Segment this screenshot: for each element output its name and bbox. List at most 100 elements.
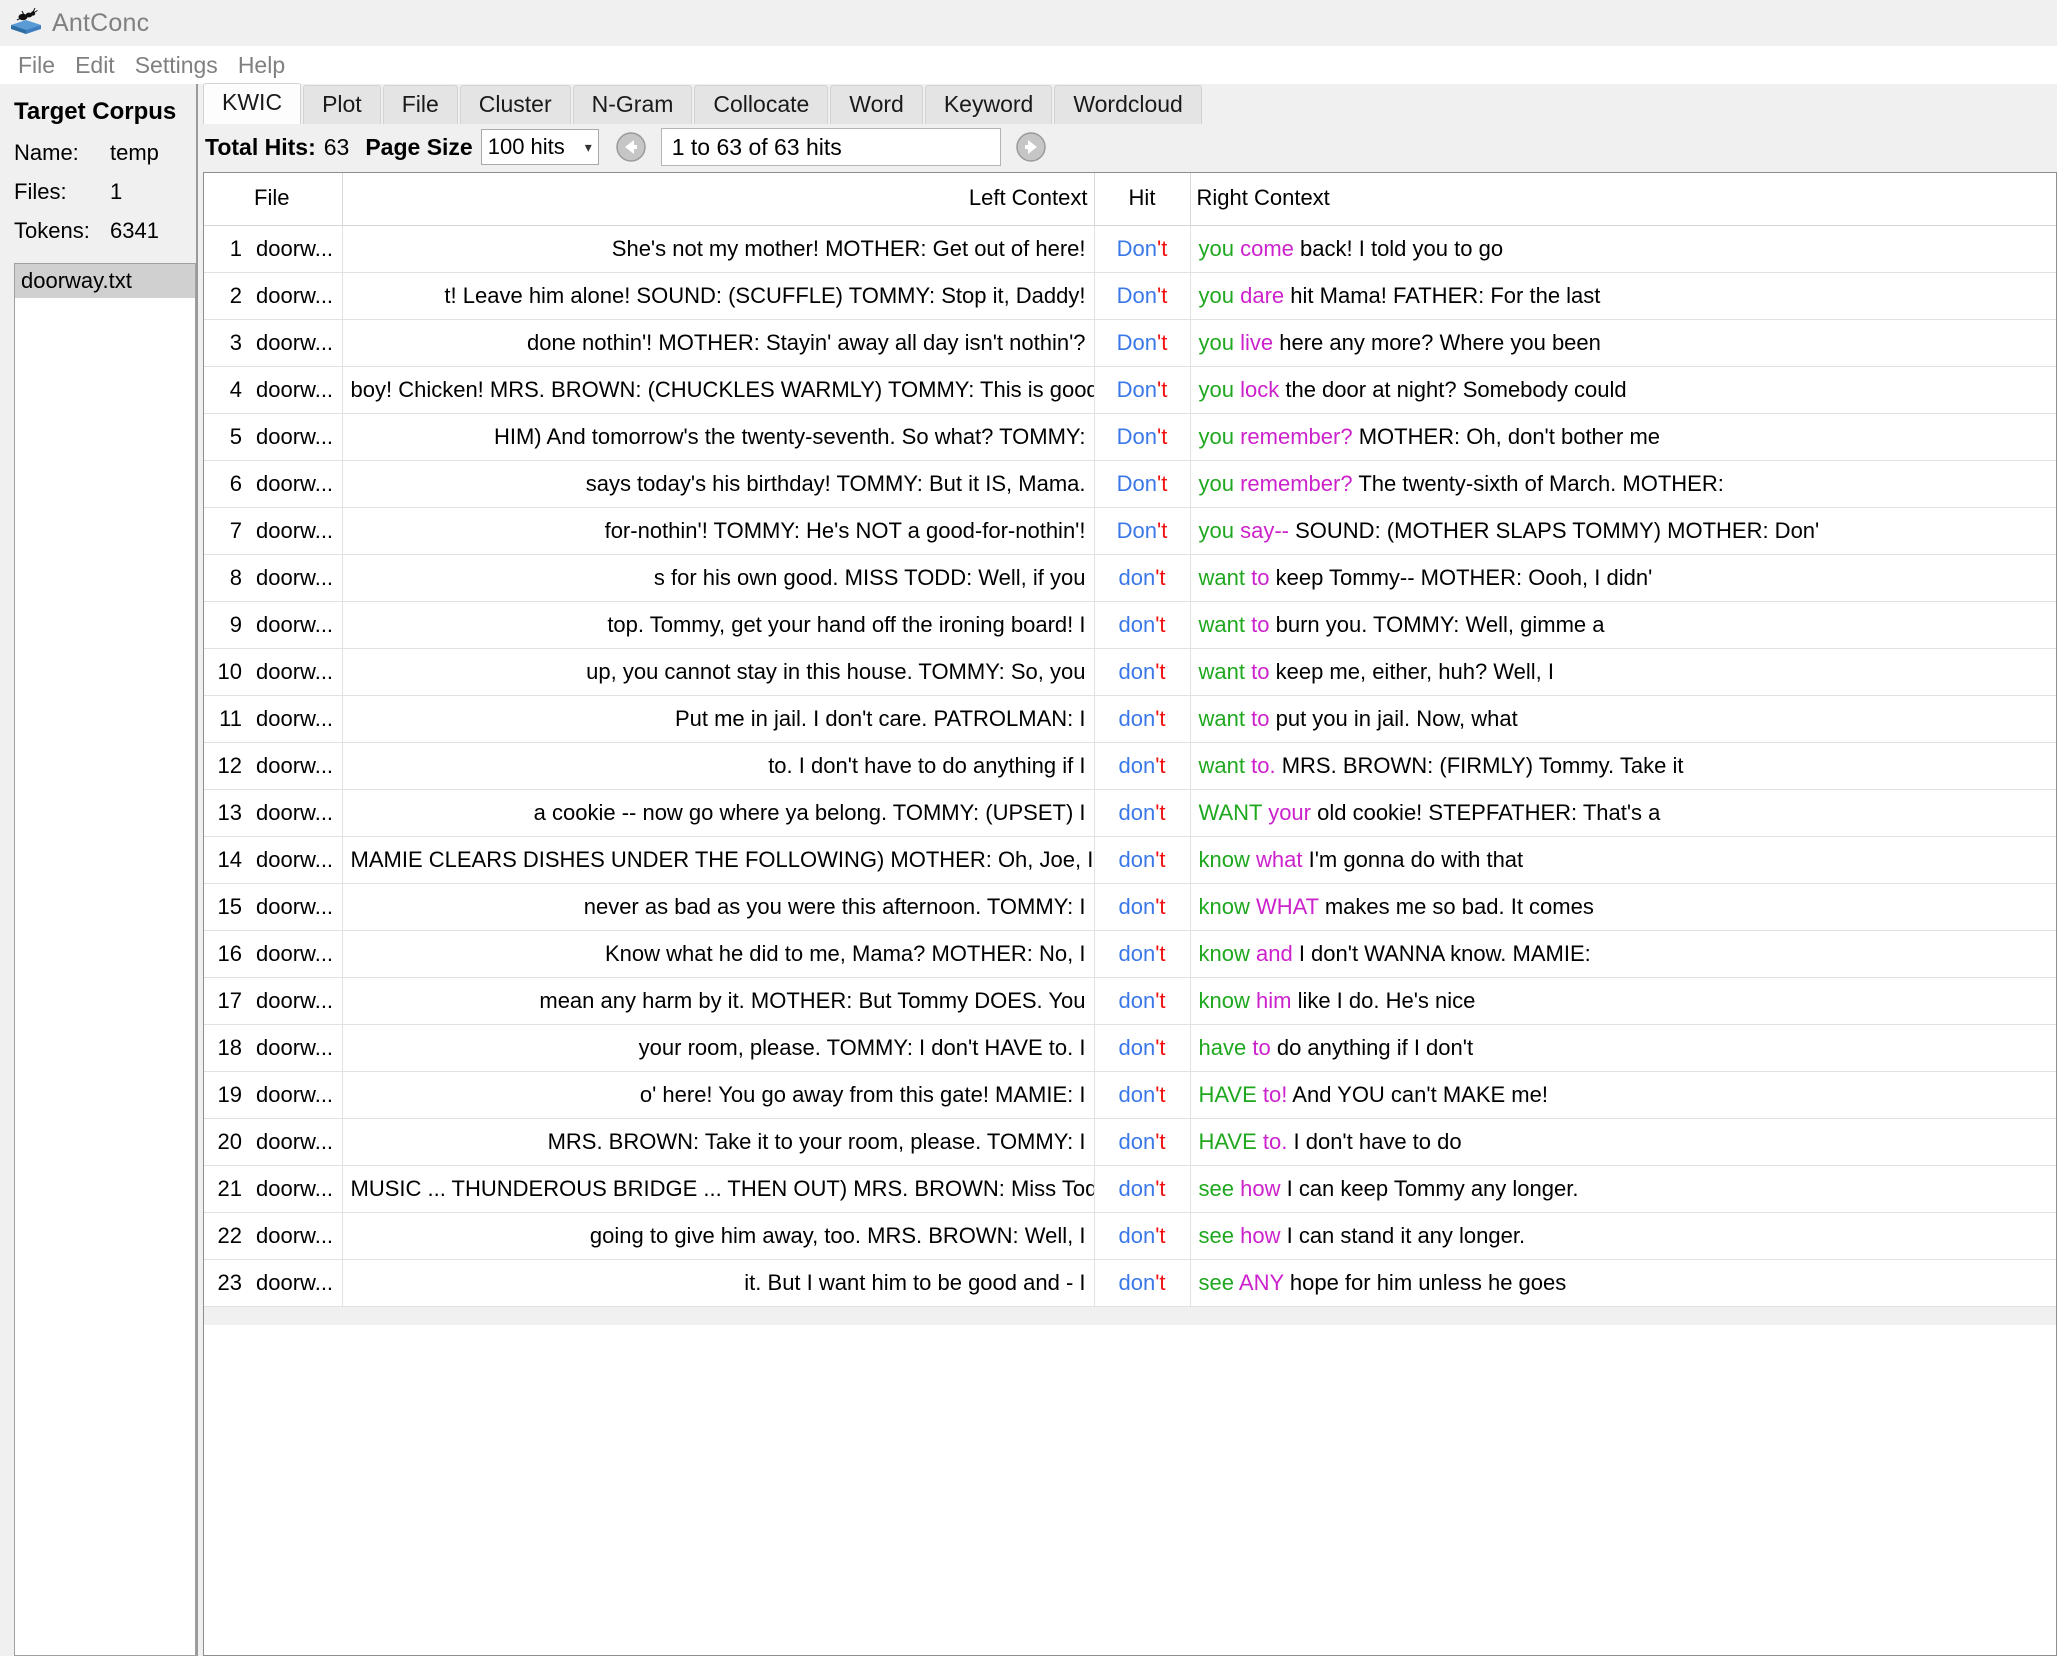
page-size-select[interactable]: 100 hits ▾ (480, 129, 599, 165)
table-row[interactable]: 8 doorw... s for his own good. MISS TODD: … (204, 554, 2056, 602)
table-row[interactable]: 18 doorw... your room, please. TOMMY: I do… (204, 1024, 2056, 1072)
table-row[interactable]: 7 doorw... for-nothin'! TOMMY: He's NOT a … (204, 507, 2056, 555)
next-page-button[interactable] (1010, 128, 1051, 166)
row-file: doorw... (248, 366, 343, 414)
column-header-left-context[interactable]: Left Context (342, 173, 1095, 226)
corpus-file-list[interactable]: doorway.txt (14, 263, 196, 1656)
menu-file[interactable]: File (8, 50, 65, 81)
row-hit: don't (1094, 1212, 1191, 1260)
right-context-word-2: live (1240, 330, 1274, 355)
table-row[interactable]: 12 doorw... to. I don't have to do anythin… (204, 742, 2056, 790)
column-header-right-context[interactable]: Right Context (1190, 173, 2056, 226)
row-file: doorw... (248, 930, 343, 978)
table-row[interactable]: 14 doorw... MAMIE CLEARS DISHES UNDER THE … (204, 836, 2056, 884)
right-context-word-1: want (1198, 565, 1245, 590)
row-left-context: up, you cannot stay in this house. TOMMY… (342, 648, 1095, 696)
right-context-word-2: how (1240, 1223, 1281, 1248)
right-context-word-2: to (1251, 706, 1270, 731)
corpus-files-row: Files: 1 (14, 179, 196, 205)
right-context-remainder: I'm gonna do with that (1308, 847, 1524, 872)
hit-suffix: 't (1155, 800, 1166, 825)
right-context-word-1: see (1198, 1176, 1234, 1201)
hit-suffix: 't (1155, 894, 1166, 919)
row-hit: Don't (1094, 507, 1191, 555)
hit-word: don (1118, 565, 1156, 590)
tab-collocate[interactable]: Collocate (694, 84, 829, 124)
tab-plot[interactable]: Plot (303, 84, 381, 124)
menu-settings[interactable]: Settings (125, 50, 228, 81)
table-row[interactable]: 4 doorw... boy! Chicken! MRS. BROWN: (CHUC… (204, 366, 2056, 414)
row-hit: don't (1094, 1024, 1191, 1072)
table-row[interactable]: 6 doorw... says today's his birthday! TOMM… (204, 460, 2056, 508)
table-row[interactable]: 20 doorw... MRS. BROWN: Take it to your ro… (204, 1118, 2056, 1166)
table-row[interactable]: 9 doorw... top. Tommy, get your hand off t… (204, 601, 2056, 649)
hit-suffix: 't (1155, 706, 1166, 731)
table-row[interactable]: 13 doorw... a cookie -- now go where ya be… (204, 789, 2056, 837)
menu-help[interactable]: Help (228, 50, 295, 81)
table-row[interactable]: 23 doorw... it. But I want him to be good … (204, 1259, 2056, 1307)
page-size-label: Page Size (365, 133, 473, 160)
column-header-file[interactable]: File (248, 173, 343, 226)
table-row[interactable]: 1 doorw... She's not my mother! MOTHER: Ge… (204, 225, 2056, 273)
hit-range-field[interactable]: 1 to 63 of 63 hits (660, 128, 1001, 166)
right-context-remainder: MOTHER: Oh, don't bother me (1358, 424, 1661, 449)
table-row[interactable]: 11 doorw... Put me in jail. I don't care. … (204, 695, 2056, 743)
hit-word: don (1118, 847, 1156, 872)
right-context-word-1: WANT (1198, 800, 1263, 825)
row-right-context: you remember? The twenty-sixth of March.… (1190, 460, 2056, 508)
right-context-word-1: HAVE (1198, 1129, 1257, 1154)
row-index: 6 (204, 460, 248, 508)
table-row[interactable]: 2 doorw... t! Leave him alone! SOUND: (SCU… (204, 272, 2056, 320)
row-index: 22 (204, 1212, 248, 1260)
hit-suffix: 't (1155, 565, 1166, 590)
right-context-word-2: to (1251, 565, 1270, 590)
tab-word[interactable]: Word (830, 84, 923, 124)
hit-suffix: 't (1157, 377, 1168, 402)
right-context-word-1: you (1198, 330, 1234, 355)
page-size-value: 100 hits (487, 134, 565, 159)
row-right-context: see ANY hope for him unless he goes (1190, 1259, 2056, 1307)
column-header-hit[interactable]: Hit (1094, 173, 1191, 226)
table-row[interactable]: 22 doorw... going to give him away, too. M… (204, 1212, 2056, 1260)
column-header-index[interactable] (204, 173, 248, 226)
tab-ngram[interactable]: N-Gram (572, 84, 693, 124)
hit-word: Don (1116, 518, 1158, 543)
table-row[interactable]: 21 doorw... MUSIC ... THUNDEROUS BRIDGE ..… (204, 1165, 2056, 1213)
back-arrow-icon (615, 132, 646, 162)
previous-page-button[interactable] (610, 128, 651, 166)
table-row[interactable]: 5 doorw... HIM) And tomorrow's the twenty-… (204, 413, 2056, 461)
row-hit: don't (1094, 742, 1191, 790)
menu-edit[interactable]: Edit (65, 50, 125, 81)
hit-word: Don (1116, 283, 1158, 308)
right-context-word-2: ANY (1238, 1270, 1284, 1295)
target-corpus-panel: Target Corpus Name: temp Files: 1 Tokens… (0, 84, 198, 1656)
right-context-remainder: And YOU can't MAKE me! (1292, 1082, 1548, 1107)
row-left-context: never as bad as you were this afternoon.… (342, 883, 1095, 931)
table-row[interactable]: 16 doorw... Know what he did to me, Mama? … (204, 930, 2056, 978)
hit-word: Don (1116, 377, 1158, 402)
tab-keyword[interactable]: Keyword (924, 84, 1053, 124)
right-context-word-2: WHAT (1255, 894, 1319, 919)
right-context-word-2: dare (1240, 283, 1285, 308)
hit-word: don (1118, 1129, 1156, 1154)
right-context-remainder: like I do. He's nice (1297, 988, 1476, 1013)
hit-word: don (1118, 706, 1156, 731)
kwic-results-table[interactable]: File Left Context Hit Right Context 1 doo… (203, 172, 2057, 1656)
table-row[interactable]: 3 doorw... done nothin'! MOTHER: Stayin' a… (204, 319, 2056, 367)
hit-suffix: 't (1155, 988, 1166, 1013)
right-context-remainder: old cookie! STEPFATHER: That's a (1317, 800, 1661, 825)
right-context-remainder: The twenty-sixth of March. MOTHER: (1358, 471, 1724, 496)
table-row[interactable]: 10 doorw... up, you cannot stay in this ho… (204, 648, 2056, 696)
hit-suffix: 't (1155, 941, 1166, 966)
row-right-context: you come back! I told you to go (1190, 225, 2056, 273)
tab-wordcloud[interactable]: Wordcloud (1054, 84, 1202, 124)
tab-kwic[interactable]: KWIC (203, 82, 302, 124)
right-context-word-2: him (1255, 988, 1292, 1013)
table-row[interactable]: 17 doorw... mean any harm by it. MOTHER: B… (204, 977, 2056, 1025)
table-row[interactable]: 15 doorw... never as bad as you were this … (204, 883, 2056, 931)
tab-file[interactable]: File (382, 84, 458, 124)
list-item[interactable]: doorway.txt (15, 264, 195, 298)
row-file: doorw... (248, 883, 343, 931)
table-row[interactable]: 19 doorw... o' here! You go away from this… (204, 1071, 2056, 1119)
tab-cluster[interactable]: Cluster (459, 84, 571, 124)
